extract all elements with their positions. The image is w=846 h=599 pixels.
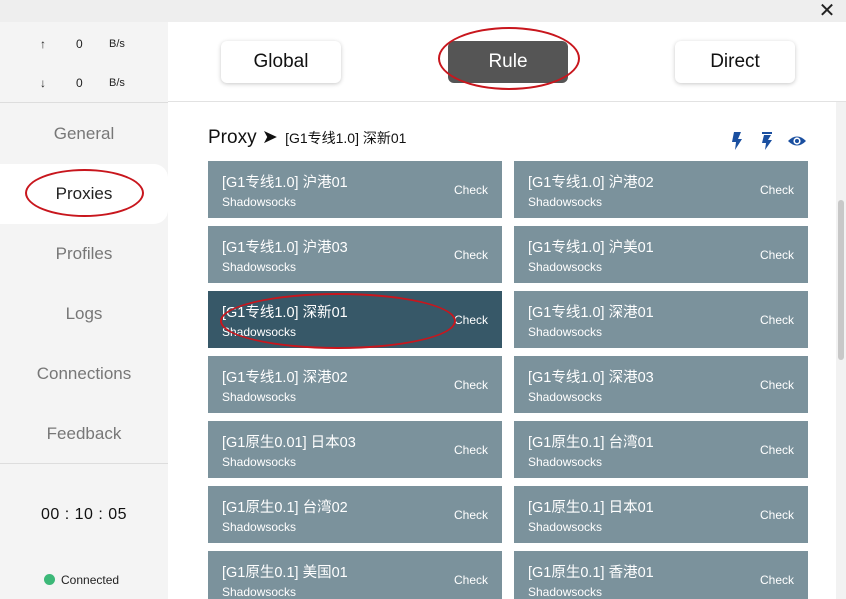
proxy-card[interactable]: [G1原生0.1] 台湾01 Shadowsocks Check bbox=[514, 421, 808, 478]
proxy-card-selected[interactable]: [G1专线1.0] 深新01 Shadowsocks Check bbox=[208, 291, 502, 348]
proxy-card[interactable]: [G1原生0.1] 台湾02 Shadowsocks Check bbox=[208, 486, 502, 543]
lightning-timer-icon[interactable] bbox=[757, 131, 777, 151]
proxy-card[interactable]: [G1原生0.01] 日本03 Shadowsocks Check bbox=[208, 421, 502, 478]
proxy-card[interactable]: [G1原生0.1] 香港01 Shadowsocks Check bbox=[514, 551, 808, 599]
app-window: ✕ ↑ 0 B/s ↓ 0 B/s General Proxies Profil… bbox=[0, 0, 846, 599]
proxy-card[interactable]: [G1专线1.0] 沪港01 Shadowsocks Check bbox=[208, 161, 502, 218]
proxy-type: Shadowsocks bbox=[222, 260, 297, 274]
status-dot-icon bbox=[44, 574, 55, 585]
proxy-type: Shadowsocks bbox=[222, 520, 297, 534]
status-label: Connected bbox=[61, 573, 120, 587]
mode-rule-button[interactable]: Rule bbox=[448, 41, 568, 83]
proxy-name: [G1原生0.1] 台湾02 bbox=[222, 500, 348, 516]
eye-icon[interactable] bbox=[787, 131, 807, 151]
proxy-type: Shadowsocks bbox=[528, 325, 603, 339]
proxy-type: Shadowsocks bbox=[528, 520, 603, 534]
sidebar-item-connections[interactable]: Connections bbox=[0, 344, 168, 404]
proxy-type: Shadowsocks bbox=[222, 390, 297, 404]
proxy-type: Shadowsocks bbox=[528, 585, 603, 599]
sidebar-item-profiles[interactable]: Profiles bbox=[0, 224, 168, 284]
check-button[interactable]: Check bbox=[454, 443, 488, 457]
upload-speed: ↑ 0 B/s bbox=[0, 35, 168, 55]
sidebar-item-proxies[interactable]: Proxies bbox=[0, 164, 168, 224]
check-button[interactable]: Check bbox=[454, 573, 488, 587]
proxy-name: [G1专线1.0] 沪港02 bbox=[528, 175, 654, 191]
check-button[interactable]: Check bbox=[454, 378, 488, 392]
proxy-name: [G1原生0.1] 日本01 bbox=[528, 500, 654, 516]
proxy-card[interactable]: [G1原生0.1] 美国01 Shadowsocks Check bbox=[208, 551, 502, 599]
proxy-type: Shadowsocks bbox=[528, 195, 603, 209]
proxy-name: [G1原生0.01] 日本03 bbox=[222, 435, 356, 451]
selected-proxy-label: [G1专线1.0] 深新01 bbox=[285, 130, 407, 146]
arrow-icon: ➤ bbox=[261, 127, 278, 148]
proxy-group-actions bbox=[727, 131, 811, 151]
close-icon[interactable]: ✕ bbox=[816, 0, 838, 22]
check-button[interactable]: Check bbox=[454, 313, 488, 327]
upload-arrow-icon: ↑ bbox=[40, 37, 46, 51]
proxy-card[interactable]: [G1专线1.0] 沪港03 Shadowsocks Check bbox=[208, 226, 502, 283]
check-button[interactable]: Check bbox=[760, 573, 794, 587]
proxy-type: Shadowsocks bbox=[222, 325, 297, 339]
check-button[interactable]: Check bbox=[760, 508, 794, 522]
sidebar-item-logs[interactable]: Logs bbox=[0, 284, 168, 344]
lightning-icon[interactable] bbox=[727, 131, 747, 151]
proxy-name: [G1专线1.0] 深港02 bbox=[222, 370, 348, 386]
scrollbar-thumb[interactable] bbox=[838, 200, 844, 360]
check-button[interactable]: Check bbox=[454, 248, 488, 262]
sidebar-item-feedback[interactable]: Feedback bbox=[0, 404, 168, 464]
check-button[interactable]: Check bbox=[454, 183, 488, 197]
check-button[interactable]: Check bbox=[760, 183, 794, 197]
check-button[interactable]: Check bbox=[454, 508, 488, 522]
proxy-type: Shadowsocks bbox=[222, 195, 297, 209]
proxy-name: [G1专线1.0] 沪港01 bbox=[222, 175, 348, 191]
proxy-type: Shadowsocks bbox=[528, 455, 603, 469]
check-button[interactable]: Check bbox=[760, 313, 794, 327]
divider bbox=[0, 102, 168, 103]
proxy-name: [G1专线1.0] 深港03 bbox=[528, 370, 654, 386]
check-button[interactable]: Check bbox=[760, 443, 794, 457]
proxy-name: [G1专线1.0] 深港01 bbox=[528, 305, 654, 321]
proxy-group-title: Proxy bbox=[208, 127, 257, 148]
proxy-card[interactable]: [G1专线1.0] 深港02 Shadowsocks Check bbox=[208, 356, 502, 413]
title-bar: ✕ bbox=[0, 0, 846, 22]
proxy-card[interactable]: [G1专线1.0] 深港03 Shadowsocks Check bbox=[514, 356, 808, 413]
scrollbar[interactable] bbox=[836, 102, 846, 599]
check-button[interactable]: Check bbox=[760, 378, 794, 392]
proxy-card[interactable]: [G1专线1.0] 沪港02 Shadowsocks Check bbox=[514, 161, 808, 218]
proxy-name: [G1原生0.1] 美国01 bbox=[222, 565, 348, 581]
proxy-type: Shadowsocks bbox=[222, 455, 297, 469]
proxy-name: [G1原生0.1] 香港01 bbox=[528, 565, 654, 581]
proxy-group-header: Proxy ➤ [G1专线1.0] 深新01 bbox=[208, 126, 406, 149]
connection-status: Connected bbox=[44, 573, 119, 587]
proxy-name: [G1专线1.0] 沪港03 bbox=[222, 240, 348, 256]
proxy-type: Shadowsocks bbox=[222, 585, 297, 599]
proxy-card[interactable]: [G1专线1.0] 深港01 Shadowsocks Check bbox=[514, 291, 808, 348]
proxy-type: Shadowsocks bbox=[528, 390, 603, 404]
uptime-timer: 00 : 10 : 05 bbox=[40, 506, 128, 523]
proxy-name: [G1原生0.1] 台湾01 bbox=[528, 435, 654, 451]
check-button[interactable]: Check bbox=[760, 248, 794, 262]
mode-direct-button[interactable]: Direct bbox=[675, 41, 795, 83]
proxy-name: [G1专线1.0] 沪美01 bbox=[528, 240, 654, 256]
mode-bar: Global Rule Direct bbox=[168, 22, 846, 102]
divider bbox=[0, 463, 168, 464]
download-unit: B/s bbox=[109, 77, 125, 89]
download-arrow-icon: ↓ bbox=[40, 76, 46, 90]
upload-value: 0 bbox=[76, 37, 83, 51]
proxy-card[interactable]: [G1专线1.0] 沪美01 Shadowsocks Check bbox=[514, 226, 808, 283]
proxy-type: Shadowsocks bbox=[528, 260, 603, 274]
upload-unit: B/s bbox=[109, 38, 125, 50]
proxy-card[interactable]: [G1原生0.1] 日本01 Shadowsocks Check bbox=[514, 486, 808, 543]
sidebar: ↑ 0 B/s ↓ 0 B/s General Proxies Profiles… bbox=[0, 22, 168, 599]
proxy-name: [G1专线1.0] 深新01 bbox=[222, 305, 348, 321]
sidebar-item-general[interactable]: General bbox=[0, 104, 168, 164]
download-speed: ↓ 0 B/s bbox=[0, 74, 168, 94]
download-value: 0 bbox=[76, 76, 83, 90]
mode-global-button[interactable]: Global bbox=[221, 41, 341, 83]
